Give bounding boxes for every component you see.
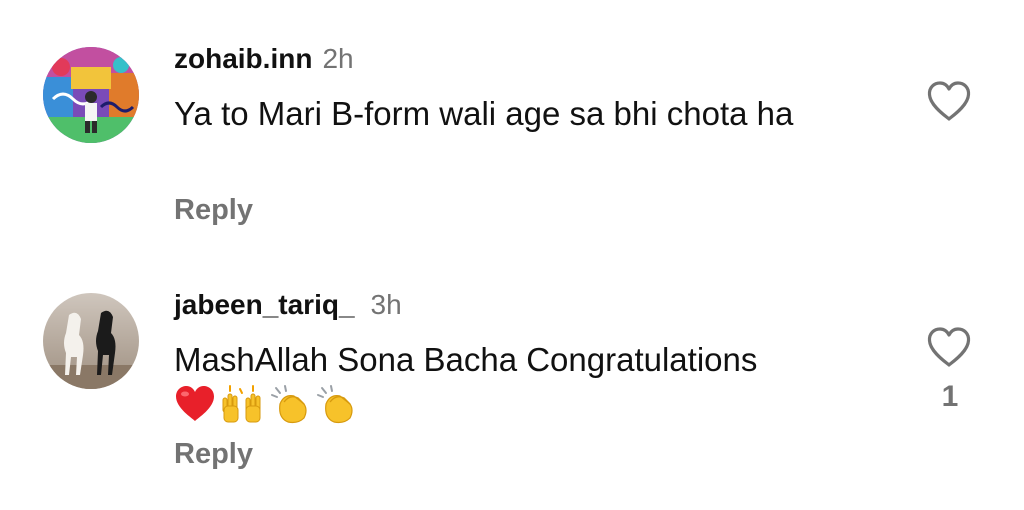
user-avatar[interactable] — [43, 293, 139, 389]
like-count: 1 — [941, 380, 959, 413]
comment-item: jabeen_tariq_ 3h MashAllah Sona Bacha Con… — [0, 250, 1024, 510]
emoji-row — [174, 382, 356, 426]
comment-meta: jabeen_tariq_ 3h — [174, 288, 402, 322]
comment-item: zohaib.inn 2h Ya to Mari B-form wali age … — [0, 0, 1024, 250]
heart-outline-icon — [927, 81, 971, 121]
raising-hands-icon — [222, 385, 261, 423]
avatar-graffiti-icon — [43, 47, 139, 143]
reply-button[interactable]: Reply — [174, 436, 253, 472]
comment-text: Ya to Mari B-form wali age sa bhi chota … — [174, 95, 794, 132]
reply-button[interactable]: Reply — [174, 192, 253, 228]
username[interactable]: jabeen_tariq_ — [174, 289, 355, 320]
like-button[interactable] — [926, 326, 972, 368]
timestamp: 2h — [322, 43, 354, 74]
heart-outline-icon — [927, 327, 971, 367]
red-heart-icon — [176, 386, 214, 421]
comment-meta: zohaib.inn 2h — [174, 42, 354, 76]
avatar-horses-icon — [43, 293, 139, 389]
clapping-hands-icon — [317, 385, 353, 424]
timestamp: 3h — [370, 289, 402, 320]
comment-text: MashAllah Sona Bacha Congratulations — [174, 341, 758, 378]
username[interactable]: zohaib.inn — [174, 43, 312, 74]
clapping-hands-icon — [271, 385, 307, 424]
user-avatar[interactable] — [43, 47, 139, 143]
like-button[interactable] — [926, 80, 972, 122]
